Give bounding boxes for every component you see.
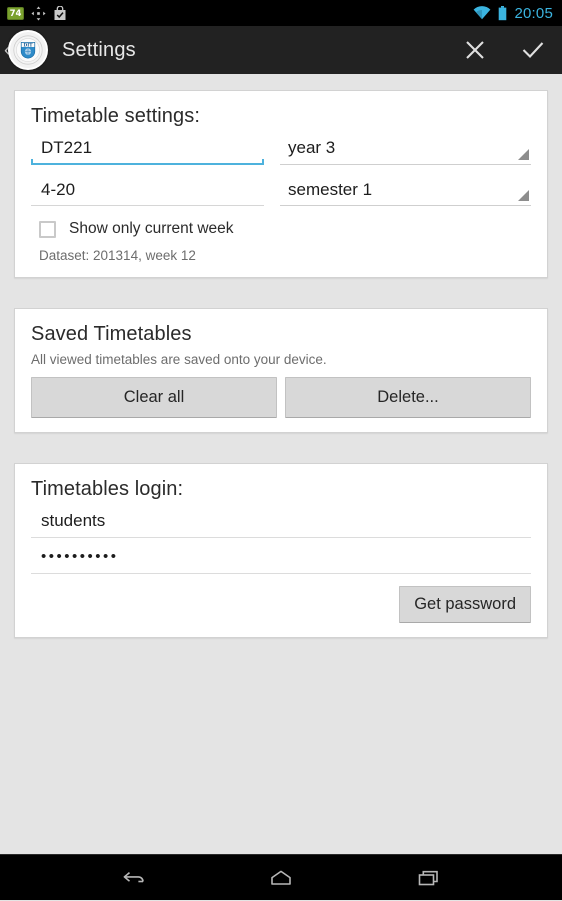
settings-content: Timetable settings: DT221 year 3 4-20 se… — [0, 74, 562, 854]
get-password-button[interactable]: Get password — [399, 586, 531, 623]
card-timetable-settings: Timetable settings: DT221 year 3 4-20 se… — [14, 90, 548, 278]
wifi-icon — [473, 6, 491, 20]
android-device-screen: 74 20:05 DIT Settings Timetable settings… — [0, 0, 562, 900]
card-timetables-login: Timetables login: students •••••••••• Ge… — [14, 463, 548, 638]
action-bar: ‹ DIT Settings — [0, 26, 562, 74]
status-bar-clock: 20:05 — [514, 4, 553, 22]
check-icon[interactable] — [504, 26, 562, 74]
status-bar: 74 20:05 — [0, 0, 562, 26]
course-code-input[interactable]: DT221 — [31, 134, 264, 165]
timetables-login-title: Timetables login: — [31, 478, 184, 500]
status-bar-left-icons: 74 — [0, 5, 67, 21]
password-input[interactable]: •••••••••• — [31, 544, 531, 574]
clear-all-button[interactable]: Clear all — [31, 377, 277, 418]
recents-icon[interactable] — [403, 855, 455, 901]
notification-count-badge: 74 — [7, 6, 24, 20]
svg-text:DIT: DIT — [23, 43, 33, 48]
action-bar-buttons — [446, 26, 562, 74]
page-title: Settings — [62, 38, 136, 61]
battery-icon — [498, 5, 507, 21]
dit-shield-logo[interactable]: DIT — [8, 30, 48, 70]
dataset-info-text: Dataset: 201314, week 12 — [39, 248, 196, 263]
show-current-week-checkbox[interactable] — [39, 220, 56, 238]
year-dropdown-value: year 3 — [288, 138, 336, 157]
saved-timetables-title: Saved Timetables — [31, 323, 192, 345]
timetable-row-2: 4-20 semester 1 — [31, 176, 531, 206]
timetable-row-1: DT221 year 3 — [31, 134, 531, 165]
status-bar-right-icons: 20:05 — [473, 5, 562, 22]
close-icon[interactable] — [446, 26, 504, 74]
dropdown-triangle-icon — [518, 149, 529, 160]
show-current-week-label: Show only current week — [69, 220, 234, 237]
dropdown-triangle-icon — [518, 190, 529, 201]
sync-move-icon — [31, 5, 46, 21]
card-saved-timetables: Saved Timetables All viewed timetables a… — [14, 308, 548, 433]
get-password-row: Get password — [31, 586, 531, 623]
delete-button[interactable]: Delete... — [285, 377, 531, 418]
play-store-bag-icon — [53, 5, 67, 21]
semester-dropdown[interactable]: semester 1 — [280, 176, 531, 206]
home-icon[interactable] — [255, 855, 307, 901]
back-icon[interactable] — [107, 855, 159, 901]
saved-timetables-buttons: Clear all Delete... — [31, 377, 531, 418]
username-input[interactable]: students — [31, 507, 531, 538]
saved-timetables-subtitle: All viewed timetables are saved onto you… — [31, 352, 327, 367]
semester-dropdown-value: semester 1 — [288, 180, 373, 199]
navigation-bar — [0, 854, 562, 900]
timetable-settings-title: Timetable settings: — [31, 105, 201, 127]
group-input[interactable]: 4-20 — [31, 176, 264, 206]
year-dropdown[interactable]: year 3 — [280, 134, 531, 165]
show-current-week-row[interactable]: Show only current week — [31, 220, 531, 238]
